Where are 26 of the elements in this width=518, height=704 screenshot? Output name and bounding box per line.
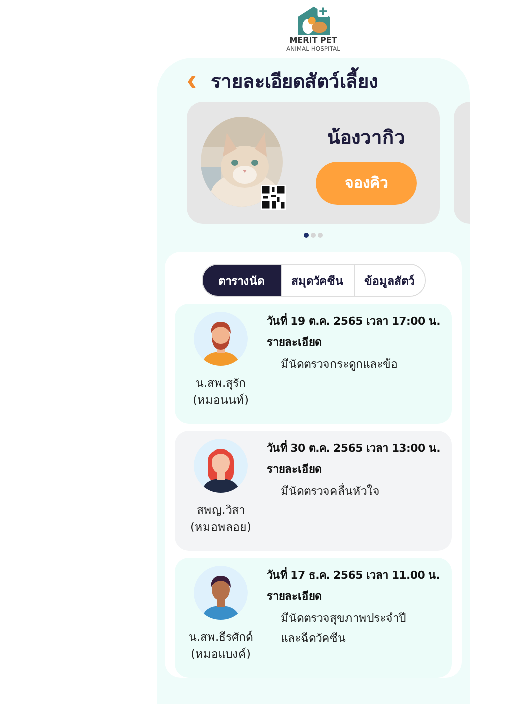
appointment-details: มีนัดตรวจสุขภาพประจำปี และฉีดวัคซีน [280,610,407,647]
appointment-card[interactable]: น.สพ.ธีรศักด์ (หมอแบงค์) วันที่ 17 ธ.ค. 2565 เวลา 11.00 น. รายละเอียด มีนัดตรวจสุขภาพประจำปี และฉีดวัคซีน [175,558,452,678]
page-title: รายละเอียดสัตว์เลี้ยง [211,66,378,96]
details-label: รายละเอียด [267,462,323,478]
doctor-name: น.สพ.ธีรศักด์ (หมอแบงค์) [188,629,254,663]
page-dot[interactable] [318,233,323,238]
logo-text: MERIT PET [290,36,338,46]
details-label: รายละเอียด [267,589,323,605]
appointment-card[interactable]: สพญ.วิสา (หมอพลอย) วันที่ 30 ต.ค. 2565 เวลา 13:00 น. รายละเอียด มีนัดตรวจคลื่นหัวใจ [175,431,452,551]
appointment-details: มีนัดตรวจกระดูกและข้อ [280,356,399,373]
doctor-avatar-icon [194,312,248,366]
appointment-card[interactable]: น.สพ.สุรัก (หมอนนท์) วันที่ 19 ต.ค. 2565 เวลา 17:00 น. รายละเอียด มีนัดตรวจกระดูกและข้อ [175,304,452,424]
tab[interactable]: ตารางนัด [202,265,282,296]
pet-name: น้องวากิว [328,126,406,150]
doctor-name: สพญ.วิสา (หมอพลอย) [190,502,252,536]
page-dot[interactable] [304,233,309,238]
details-label: รายละเอียด [267,335,323,351]
appointment-date: วันที่ 19 ต.ค. 2565 เวลา 17:00 น. [267,312,440,330]
appointment-date: วันที่ 30 ต.ค. 2565 เวลา 13:00 น. [267,439,440,457]
doctor-avatar-icon [194,439,248,493]
qr-code-icon [261,185,286,210]
doctor-avatar-icon [194,566,248,620]
doctor-name: น.สพ.สุรัก (หมอนนท์) [193,375,249,409]
page-dot[interactable] [311,233,316,238]
appointment-date: วันที่ 17 ธ.ค. 2565 เวลา 11.00 น. [267,566,440,584]
appointment-details: มีนัดตรวจคลื่นหัวใจ [280,482,381,500]
